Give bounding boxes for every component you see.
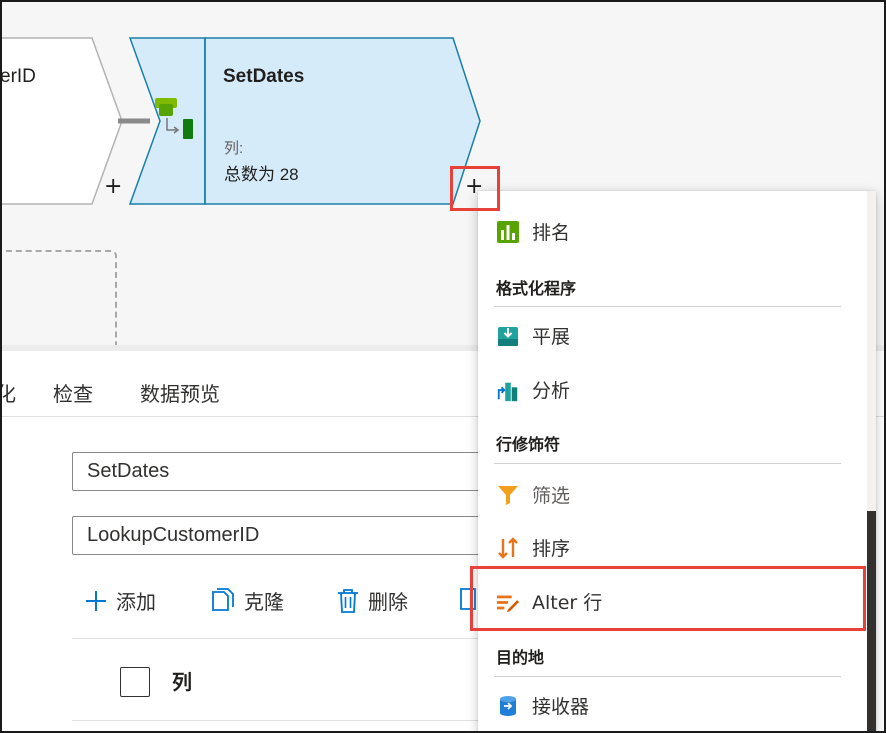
menu-item-filter[interactable]: 筛选	[496, 481, 570, 508]
dropdown-scrollbar-upper	[867, 191, 876, 511]
delete-button[interactable]: 删除	[336, 586, 408, 615]
sink-icon	[496, 694, 520, 718]
highlight-add-button	[450, 166, 500, 211]
tab-data-preview[interactable]: 数据预览	[140, 378, 220, 407]
menu-item-parse[interactable]: 分析	[496, 376, 570, 403]
highlight-alter-row	[470, 566, 866, 631]
current-node-title[interactable]: SetDates	[223, 66, 304, 88]
menu-item-sort-label: 排序	[532, 538, 571, 560]
tab-optimize[interactable]: 化	[0, 378, 16, 407]
table-header-divider	[72, 720, 502, 721]
delete-label: 删除	[368, 590, 408, 614]
row-modifiers-divider	[494, 463, 841, 464]
prev-node-add-button[interactable]: +	[104, 176, 122, 198]
filter-icon	[496, 483, 520, 507]
destination-divider	[494, 676, 841, 677]
clone-button[interactable]: 克隆	[210, 586, 284, 615]
dropdown-scrollbar-thumb[interactable]	[867, 511, 876, 733]
select-all-checkbox[interactable]	[120, 667, 150, 697]
clone-label: 克隆	[244, 590, 284, 614]
menu-item-sort[interactable]: 排序	[496, 534, 570, 561]
tab-inspect[interactable]: 检查	[53, 378, 93, 407]
transformation-dropdown: 排名 格式化程序 平展 分析 行修饰符 筛选 排序 Alter 行 目的地 接收…	[478, 191, 876, 733]
flatten-icon	[496, 324, 520, 348]
menu-item-parse-label: 分析	[532, 380, 571, 402]
plus-icon	[84, 589, 108, 613]
menu-item-sink[interactable]: 接收器	[496, 692, 589, 719]
formatters-divider	[494, 306, 841, 307]
menu-item-filter-label: 筛选	[532, 485, 571, 507]
toolbar-divider	[72, 638, 502, 639]
menu-item-flatten[interactable]: 平展	[496, 322, 570, 349]
current-node-columns-label: 列:	[224, 140, 244, 157]
output-stream-name-input[interactable]: SetDates	[72, 452, 502, 491]
menu-item-rank-label: 排名	[532, 222, 571, 244]
current-node-column-count: 总数为 28	[224, 165, 299, 184]
menu-item-rank[interactable]: 排名	[496, 218, 570, 245]
menu-item-flatten-label: 平展	[532, 326, 571, 348]
prev-node-title[interactable]: erID	[0, 66, 36, 88]
sort-icon	[496, 536, 520, 560]
trash-icon	[336, 588, 360, 614]
incoming-stream-select[interactable]: LookupCustomerID	[72, 516, 502, 555]
row-modifiers-header: 行修饰符	[496, 435, 561, 454]
clone-icon	[210, 587, 236, 614]
add-label: 添加	[116, 590, 156, 614]
rank-icon	[496, 220, 520, 244]
add-button[interactable]: 添加	[84, 586, 156, 615]
column-header: 列	[172, 670, 192, 694]
destination-header: 目的地	[496, 648, 545, 667]
dashed-placeholder-box	[0, 250, 117, 360]
menu-item-sink-label: 接收器	[532, 696, 590, 718]
formatters-header: 格式化程序	[496, 279, 577, 298]
parse-icon	[496, 378, 520, 402]
